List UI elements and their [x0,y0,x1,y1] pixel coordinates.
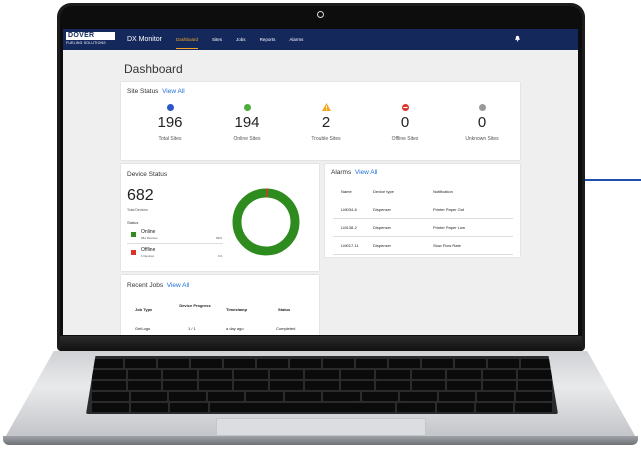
table-row[interactable]: GetLogs 1 / 1 a day ago Completed [127,322,313,335]
stat-value: 0 [477,114,487,131]
col-header: Timestamp [226,307,248,312]
nav-jobs[interactable]: Jobs [236,31,246,48]
col-header: Name [341,189,352,194]
table-cell: Slow Flow Rate [433,243,461,248]
table-cell: LM017-11 [341,243,359,248]
table-row[interactable]: LM034-6 Dispenser Printer Paper Out [333,201,513,219]
device-total: 682 [127,187,154,204]
stat-label: Unknown Sites [465,136,499,142]
keyboard [86,356,558,414]
col-header: Device type [373,189,394,194]
status-label: Status [127,220,139,225]
trackpad [216,418,426,436]
alarms-table: Name Device type Notification LM034-6 Di… [333,183,513,255]
table-cell: 1 / 1 [188,326,196,331]
alarms-card: Alarms View All Name Device type Notific… [325,164,520,257]
table-cell: a day ago [226,326,244,331]
col-header: Status [278,307,291,312]
callout-line [585,179,641,181]
col-header: Notification [433,189,453,194]
col-header: Device Progress [179,303,211,308]
device-donut-chart [232,188,300,256]
table-cell: LM138-2 [341,225,357,230]
table-cell: GetLogs [135,326,151,331]
device-status-title: Device Status [127,171,168,178]
stat-label: Trouble Sites [311,136,341,142]
camera-icon [317,11,324,18]
dover-logo[interactable]: DOVER FUELING SOLUTIONS [63,29,118,50]
circle-blue-icon [167,104,174,111]
nav-dashboard[interactable]: Dashboard [176,31,199,49]
site-status-card: Site Status View All 196 Total Sites 194… [121,82,520,160]
circle-green-icon [244,104,251,111]
stat-value: 196 [157,114,183,131]
legend-online-name: Online [141,229,156,235]
bell-icon[interactable] [514,35,521,42]
legend-online-pct: 99% [216,236,223,240]
table-row[interactable]: LM017-11 Dispenser Slow Flow Rate [333,237,513,255]
laptop-mockup: DOVER FUELING SOLUTIONS DX Monitor Dashb… [0,0,641,452]
minus-circle-red-icon [402,104,409,111]
table-cell: Completed [276,326,296,331]
top-navbar: DOVER FUELING SOLUTIONS DX Monitor Dashb… [63,29,578,50]
legend-online[interactable]: Online 681 Devices 99% [127,228,223,244]
recent-jobs-card: Recent Jobs View All Job Type Device Pro… [121,275,319,335]
legend-offline-sub: 1 Devices [141,254,155,258]
table-cell: Dispenser [373,243,392,248]
site-status-view-all-link[interactable]: View All [162,88,185,95]
circle-gray-icon [479,104,486,111]
legend-swatch-offline [131,250,136,255]
stat-label: Online Sites [233,136,261,142]
donut-segment-online [232,188,300,256]
table-cell: Dispenser [373,225,392,230]
table-cell: Printer Paper Low [433,225,466,230]
legend-online-sub: 681 Devices [141,236,158,240]
stat-value: 2 [321,114,331,131]
legend-offline-pct: 1% [218,254,223,258]
nav-alarms[interactable]: Alarms [289,31,303,48]
logo-text: DOVER [66,32,115,40]
table-cell: Dispenser [373,207,392,212]
laptop-hinge [60,336,582,351]
stat-value: 194 [234,114,260,131]
site-status-title: Site Status [127,88,159,95]
stat-label: Offline Sites [391,136,419,142]
table-row[interactable]: LM138-2 Dispenser Printer Paper Low [333,219,513,237]
nav-sites[interactable]: Sites [212,31,222,48]
legend-offline[interactable]: Offline 1 Devices 1% [127,246,223,262]
table-cell: LM034-6 [341,207,357,212]
app-screen: DOVER FUELING SOLUTIONS DX Monitor Dashb… [63,29,578,335]
alarms-view-all-link[interactable]: View All [355,169,378,176]
stat-label: Total Sites [158,136,182,142]
warning-triangle-icon [322,103,331,111]
device-status-card: Device Status 682 Total Devices Status O… [121,164,319,271]
page-title: Dashboard [124,62,183,76]
alarms-title: Alarms [331,169,352,176]
app-name: DX Monitor [127,36,163,43]
stat-value: 0 [400,114,410,131]
logo-subtitle: FUELING SOLUTIONS [66,41,106,45]
legend-swatch-online [131,232,136,237]
recent-jobs-view-all-link[interactable]: View All [167,282,190,289]
table-header: Name Device type Notification [333,183,513,201]
recent-jobs-title: Recent Jobs [127,282,164,289]
legend-offline-name: Offline [141,247,156,253]
nav-reports[interactable]: Reports [260,31,276,48]
device-total-label: Total Devices [127,208,148,212]
recent-jobs-table: Job Type Device Progress Timestamp Statu… [127,300,313,335]
col-header: Job Type [135,307,153,312]
table-cell: Printer Paper Out [433,207,465,212]
